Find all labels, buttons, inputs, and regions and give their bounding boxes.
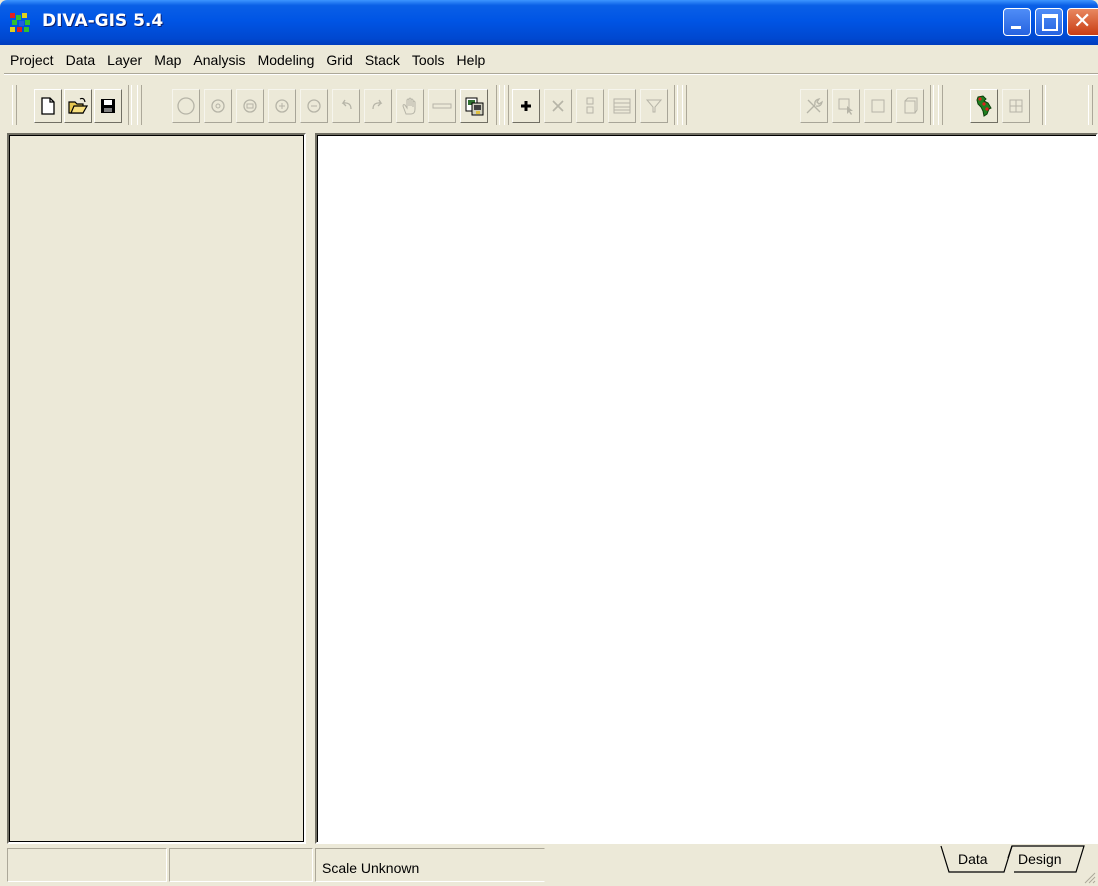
zoom-in-button[interactable] <box>268 89 296 123</box>
next-extent-icon <box>372 99 383 110</box>
toolbar-separator <box>496 85 500 125</box>
previous-extent-button[interactable] <box>332 89 360 123</box>
status-bar <box>7 846 1098 886</box>
attribute-table-icon <box>613 98 631 114</box>
toolbar-grip[interactable] <box>137 85 142 125</box>
diva-map-icon <box>976 95 992 117</box>
toolbar-grip[interactable] <box>504 85 509 125</box>
next-extent-button[interactable] <box>364 89 392 123</box>
rectangle-select-button[interactable] <box>864 89 892 123</box>
add-layer-icon <box>521 101 531 111</box>
tab-data[interactable]: Data <box>946 846 1010 872</box>
app-window: DIVA-GIS 5.4 ✕ Project Data Layer Map An… <box>0 0 1098 886</box>
zoom-layer-button[interactable] <box>204 89 232 123</box>
toolbar-separator <box>128 85 132 125</box>
query-button[interactable] <box>640 89 668 123</box>
menu-tools[interactable]: Tools <box>406 49 451 71</box>
remove-layer-button[interactable] <box>544 89 572 123</box>
main-toolbar <box>12 83 1098 129</box>
menu-separator <box>4 73 1098 75</box>
menu-project[interactable]: Project <box>4 49 60 71</box>
select-icon <box>838 98 853 115</box>
menu-help[interactable]: Help <box>451 49 492 71</box>
open-project-icon <box>68 97 88 114</box>
rectangle-select-icon <box>871 99 885 113</box>
toolbar-grip[interactable] <box>1088 85 1093 125</box>
zoom-in-icon <box>275 99 289 113</box>
maximize-button[interactable] <box>1035 8 1063 36</box>
toolbar-grip[interactable] <box>682 85 687 125</box>
open-project-button[interactable] <box>64 89 92 123</box>
add-layer-button[interactable] <box>512 89 540 123</box>
remove-layer-icon <box>552 100 564 112</box>
save-project-button[interactable] <box>94 89 122 123</box>
zoom-selection-icon <box>243 99 257 113</box>
status-panel <box>169 848 313 882</box>
minimize-icon <box>1011 26 1021 29</box>
zoom-layer-icon <box>211 99 225 113</box>
copy-map-button[interactable] <box>460 89 488 123</box>
toolbar-separator <box>930 85 934 125</box>
maximize-icon <box>1042 14 1058 31</box>
diva-map-button[interactable] <box>970 89 998 123</box>
clear-selection-icon <box>904 97 918 114</box>
toolbar-grip[interactable] <box>938 85 943 125</box>
full-extent-button[interactable] <box>172 89 200 123</box>
tab-design[interactable]: Design <box>1010 846 1088 872</box>
map-view[interactable] <box>315 133 1098 844</box>
toolbar-grip[interactable] <box>12 85 17 125</box>
scale-readout: Scale Unknown <box>322 860 420 876</box>
copy-map-icon <box>465 97 484 116</box>
full-extent-icon <box>177 97 195 115</box>
close-icon: ✕ <box>1073 9 1092 34</box>
tools-button[interactable] <box>800 89 828 123</box>
zoom-out-button[interactable] <box>300 89 328 123</box>
attribute-table-button[interactable] <box>608 89 636 123</box>
resize-grip-icon[interactable] <box>1082 870 1096 884</box>
pan-icon <box>402 97 416 115</box>
grid-button[interactable] <box>1002 89 1030 123</box>
new-project-icon <box>41 97 55 115</box>
new-project-button[interactable] <box>34 89 62 123</box>
zoom-out-icon <box>307 99 321 113</box>
menu-data[interactable]: Data <box>60 49 102 71</box>
menu-map[interactable]: Map <box>148 49 187 71</box>
menu-bar: Project Data Layer Map Analysis Modeling… <box>4 49 491 71</box>
toolbar-separator <box>674 85 678 125</box>
map-canvas[interactable] <box>317 135 1096 842</box>
legend-icon <box>586 97 594 114</box>
status-panel <box>7 848 167 882</box>
menu-analysis[interactable]: Analysis <box>187 49 251 71</box>
close-button[interactable]: ✕ <box>1067 8 1098 36</box>
select-button[interactable] <box>832 89 860 123</box>
menu-modeling[interactable]: Modeling <box>252 49 321 71</box>
save-project-icon <box>101 99 115 113</box>
menu-layer[interactable]: Layer <box>101 49 148 71</box>
measure-icon <box>432 103 452 109</box>
legend-button[interactable] <box>576 89 604 123</box>
clear-selection-button[interactable] <box>896 89 924 123</box>
zoom-selection-button[interactable] <box>236 89 264 123</box>
diva-gis-logo-icon <box>10 13 30 32</box>
window-title: DIVA-GIS 5.4 <box>42 11 164 31</box>
minimize-button[interactable] <box>1003 8 1031 36</box>
query-icon <box>645 99 663 113</box>
layer-list[interactable] <box>9 135 304 842</box>
previous-extent-icon <box>341 99 352 110</box>
measure-button[interactable] <box>428 89 456 123</box>
title-bar[interactable]: DIVA-GIS 5.4 ✕ <box>0 0 1098 45</box>
toolbar-separator <box>1042 85 1046 125</box>
menu-grid[interactable]: Grid <box>320 49 358 71</box>
tools-icon <box>806 98 823 114</box>
pan-button[interactable] <box>396 89 424 123</box>
layer-panel[interactable] <box>7 133 306 844</box>
menu-stack[interactable]: Stack <box>359 49 406 71</box>
grid-icon <box>1009 99 1023 113</box>
